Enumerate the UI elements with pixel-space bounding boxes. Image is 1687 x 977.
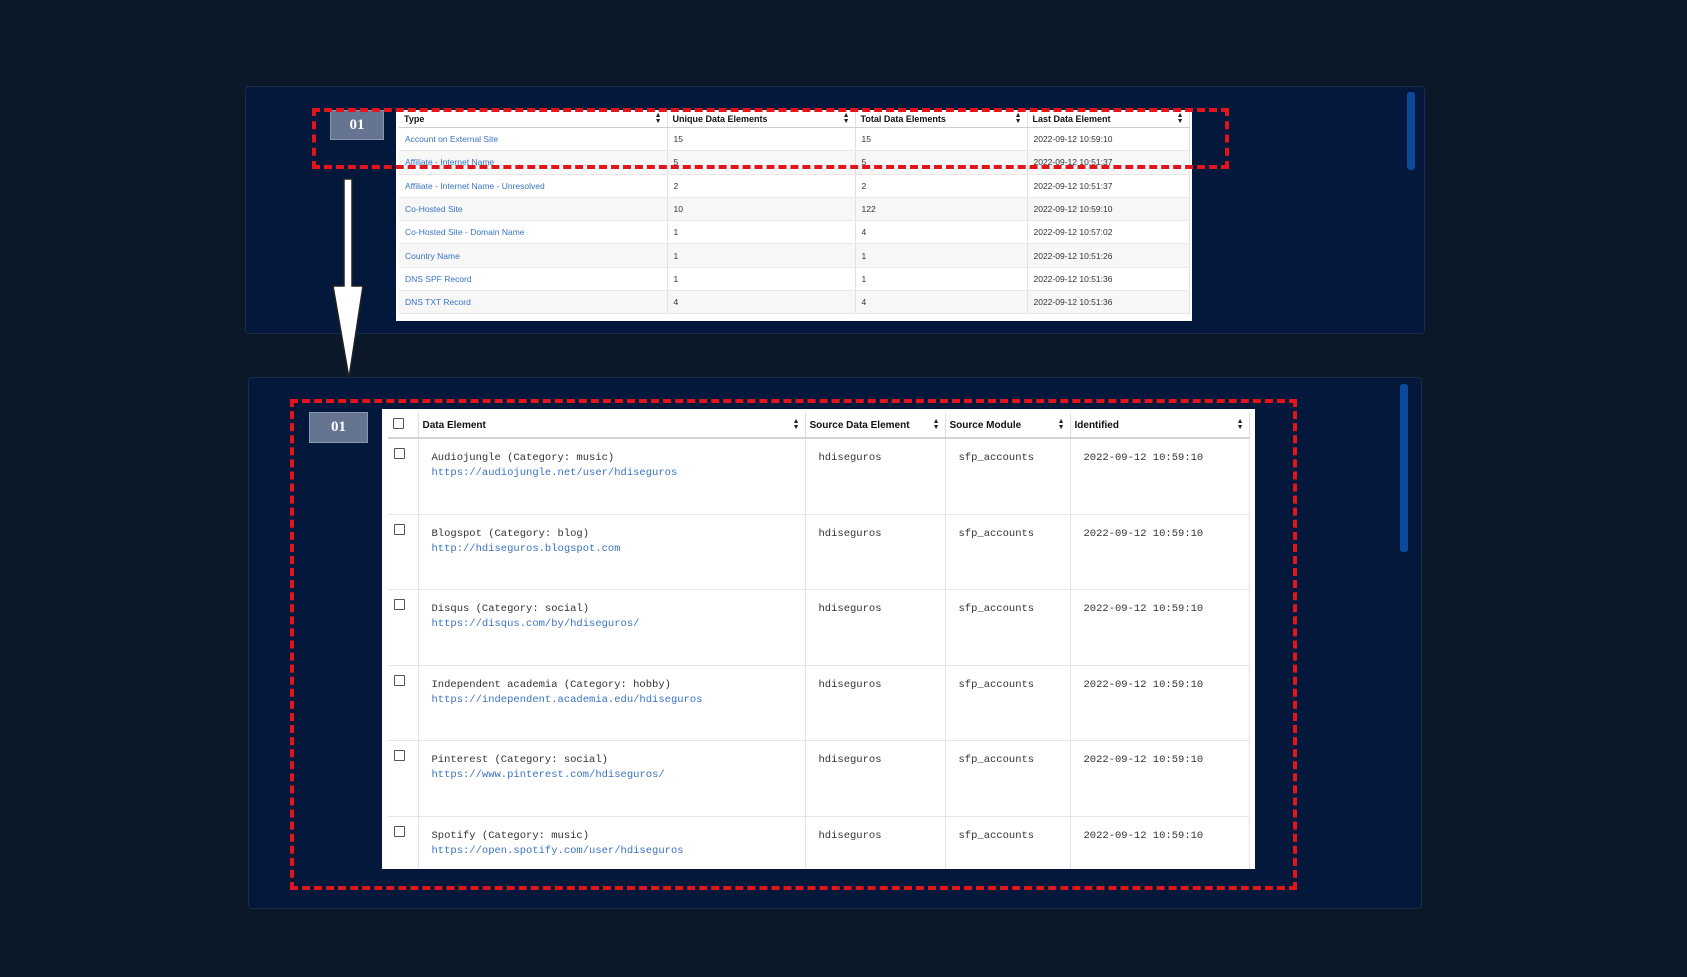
table-row: Affiliate - Internet Name - Unresolved 2 2…	[399, 174, 1190, 198]
highlight-box-top	[312, 108, 1229, 169]
last-timestamp: 2022-09-12 10:57:02	[1027, 220, 1190, 245]
table-row: Co-Hosted Site - Domain Name 1 4 2022-09-12…	[399, 220, 1190, 245]
total-count: 122	[855, 197, 1028, 222]
bottom-panel-scrollbar[interactable]	[1400, 384, 1408, 552]
table-row: Co-Hosted Site 10 122 2022-09-12 10:59:10	[399, 197, 1190, 222]
highlight-box-bottom	[290, 399, 1297, 890]
type-link[interactable]: Affiliate - Internet Name - Unresolved	[399, 174, 668, 198]
unique-count: 4	[667, 290, 856, 315]
type-link[interactable]: DNS SPF Record	[399, 267, 668, 292]
total-count: 2	[855, 174, 1028, 198]
top-panel-scrollbar[interactable]	[1407, 92, 1415, 170]
total-count: 4	[855, 220, 1028, 245]
unique-count: 2	[667, 174, 856, 198]
last-timestamp: 2022-09-12 10:51:37	[1027, 174, 1190, 198]
total-count: 1	[855, 243, 1028, 268]
unique-count: 1	[667, 243, 856, 268]
last-timestamp: 2022-09-12 10:51:36	[1027, 290, 1190, 315]
down-arrow-icon	[332, 178, 364, 379]
table-row: Country Name 1 1 2022-09-12 10:51:26	[399, 243, 1190, 268]
unique-count: 1	[667, 220, 856, 245]
total-count: 4	[855, 290, 1028, 315]
type-link[interactable]: Co-Hosted Site - Domain Name	[399, 220, 668, 245]
table-row: DNS SPF Record 1 1 2022-09-12 10:51:36	[399, 267, 1190, 292]
last-timestamp: 2022-09-12 10:59:10	[1027, 197, 1190, 222]
type-link[interactable]: Country Name	[399, 243, 668, 268]
unique-count: 1	[667, 267, 856, 292]
type-link[interactable]: DNS TXT Record	[399, 290, 668, 315]
table-row: DNS TXT Record 4 4 2022-09-12 10:51:36	[399, 290, 1190, 315]
last-timestamp: 2022-09-12 10:51:36	[1027, 267, 1190, 292]
type-link[interactable]: Co-Hosted Site	[399, 197, 668, 222]
total-count: 1	[855, 267, 1028, 292]
last-timestamp: 2022-09-12 10:51:26	[1027, 243, 1190, 268]
unique-count: 10	[667, 197, 856, 222]
